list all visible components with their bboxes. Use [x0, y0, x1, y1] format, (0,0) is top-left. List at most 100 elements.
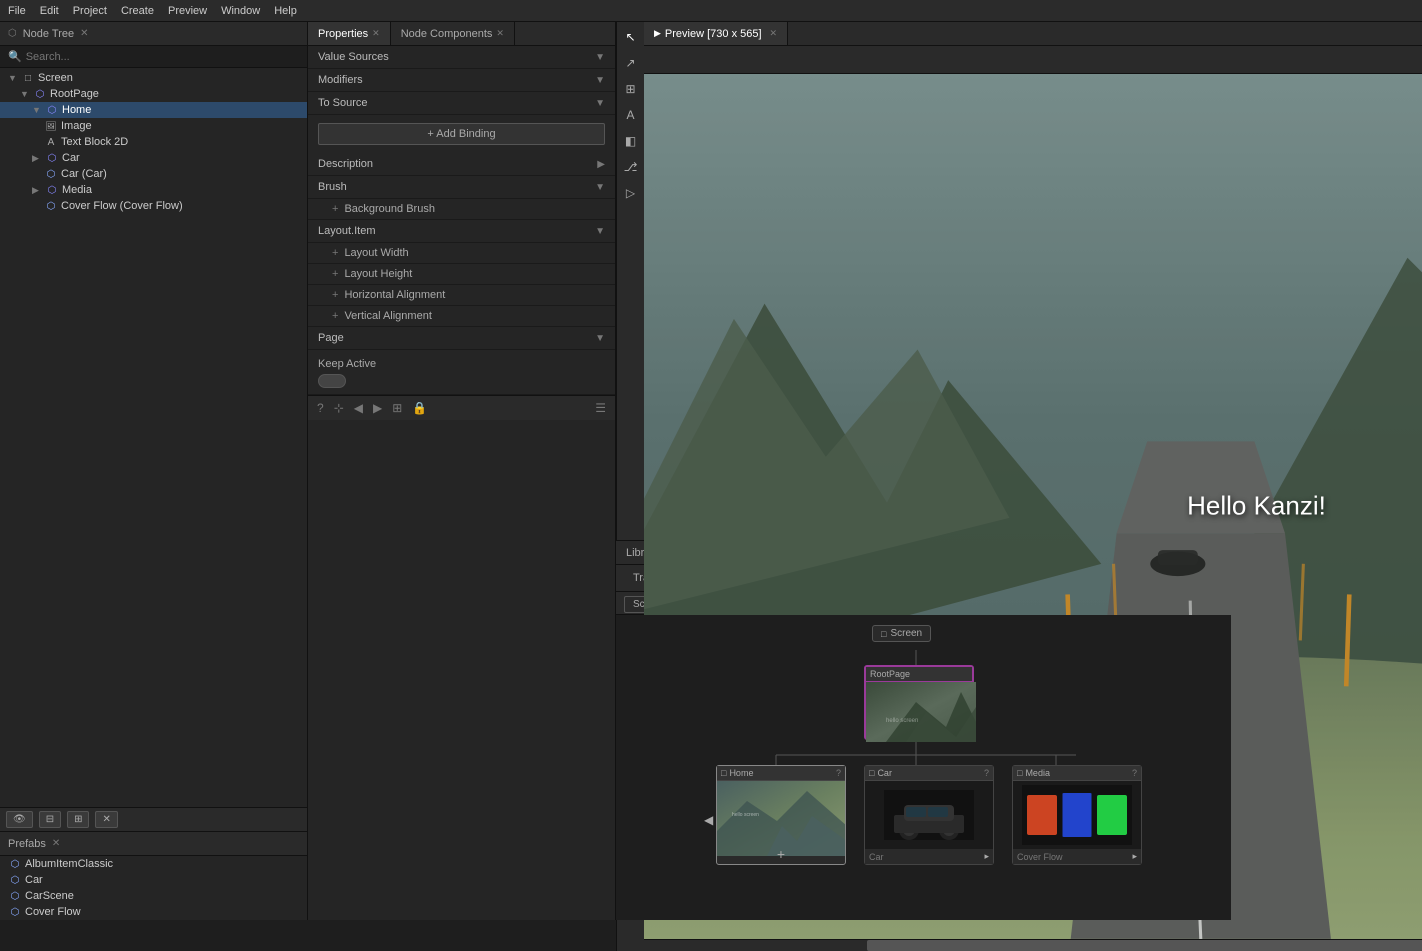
scrollbar-thumb[interactable] [867, 940, 1422, 951]
to-source-chevron: ▼ [595, 98, 605, 109]
tree-item-image[interactable]: 🖼 Image [0, 118, 307, 134]
home-thumb[interactable]: □ Home ? [716, 765, 846, 865]
search-input[interactable] [26, 51, 299, 63]
prefab-coverflow[interactable]: ⬡ Cover Flow [0, 904, 307, 920]
tree-item-car-car[interactable]: ⬡ Car (Car) [0, 166, 307, 182]
description-chevron: ▶ [597, 159, 605, 170]
tree-item-media[interactable]: ▶ ⬡ Media [0, 182, 307, 198]
lock-icon[interactable]: 🔒 [409, 399, 430, 417]
grid-btn[interactable]: ⊞ [67, 811, 89, 828]
to-source-section[interactable]: To Source ▼ [308, 92, 615, 115]
horizontal-alignment-row[interactable]: + Horizontal Alignment [308, 285, 615, 306]
table-icon[interactable]: ⊞ [620, 78, 642, 100]
preview-tab-main[interactable]: ▶ Preview [730 x 565] ✕ [644, 22, 788, 45]
preview-area: ↖ ↗ ⊞ A ◧ ⎇ ▷ ▶ Preview [730 x 565] ✕ [616, 22, 1422, 540]
page-chevron: ▼ [595, 333, 605, 344]
menu-preview[interactable]: Preview [168, 5, 207, 17]
media-thumb-svg [1022, 785, 1132, 845]
tree-item-home[interactable]: ▼ ⬡ Home [0, 102, 307, 118]
share-icon[interactable]: ⎇ [620, 156, 642, 178]
preview-toolbar: ↺ Restart 👁 🔍 100% ⊙ [644, 46, 1422, 74]
node-tree-toolbar: 👁 ⊟ ⊞ ✕ [0, 807, 307, 831]
properties-tab-close[interactable]: ✕ [372, 28, 380, 39]
prefabs-title: Prefabs [8, 838, 46, 850]
tab-properties[interactable]: Properties ✕ [308, 22, 391, 45]
node-tree-items: ▼ □ Screen ▼ ⬡ RootPage ▼ ⬡ Home 🖼 Image [0, 68, 307, 216]
keep-active-row: Keep Active [308, 350, 615, 395]
media-thumb[interactable]: □ Media ? [1012, 765, 1142, 865]
arrow-right-icon[interactable]: ▶ [370, 399, 385, 417]
rootpage-thumb[interactable]: RootPage [864, 665, 974, 740]
layout-item-section[interactable]: Layout.Item ▼ [308, 220, 615, 243]
select-icon[interactable]: ⊹ [331, 399, 347, 417]
tree-item-coverflow[interactable]: ⬡ Cover Flow (Cover Flow) [0, 198, 307, 214]
help-icon[interactable]: ? [314, 399, 327, 417]
rootpage-thumb-header: RootPage [866, 667, 972, 682]
node-tree-close[interactable]: ✕ [80, 28, 88, 39]
filter-btn[interactable]: ⊟ [39, 811, 61, 828]
menu-file[interactable]: File [8, 5, 26, 17]
cursor-tool-icon[interactable]: ↖ [620, 26, 642, 48]
prefabs-close[interactable]: ✕ [52, 838, 60, 849]
grid-icon[interactable]: ⊞ [389, 399, 405, 417]
add-binding-button[interactable]: + Add Binding [318, 123, 605, 145]
node-components-tab-close[interactable]: ✕ [496, 28, 504, 39]
layout-height-row[interactable]: + Layout Height [308, 264, 615, 285]
layout-item-title: Layout.Item [318, 225, 595, 237]
layout-width-row[interactable]: + Layout Width [308, 243, 615, 264]
car-thumb-footer: Car ▸ [865, 849, 993, 864]
home-thumb-plus[interactable]: + [777, 846, 785, 862]
vertical-alignment-row[interactable]: + Vertical Alignment [308, 306, 615, 327]
video-icon[interactable]: ▷ [620, 182, 642, 204]
layout-width-plus: + [332, 247, 338, 259]
tree-item-screen[interactable]: ▼ □ Screen [0, 70, 307, 86]
layout-height-plus: + [332, 268, 338, 280]
car-thumb-header: □ Car ? [865, 766, 993, 781]
page-section[interactable]: Page ▼ [308, 327, 615, 350]
description-section[interactable]: Description ▶ [308, 153, 615, 176]
v-align-label: Vertical Alignment [344, 310, 605, 322]
preview-scrollbar[interactable] [644, 939, 1422, 951]
layers-icon[interactable]: ◧ [620, 130, 642, 152]
svg-text:hello screen: hello screen [732, 812, 759, 818]
menu-help[interactable]: Help [274, 5, 297, 17]
modifiers-title: Modifiers [318, 74, 595, 86]
value-sources-section[interactable]: Value Sources ▼ [308, 46, 615, 69]
left-panel: ⬡ Node Tree ✕ 🔍 ▼ □ Screen ▼ ⬡ RootPage [0, 22, 308, 920]
search-bar: 🔍 [0, 46, 307, 68]
select-tool-icon[interactable]: ↗ [620, 52, 642, 74]
preview-tabs: ▶ Preview [730 x 565] ✕ [644, 22, 1422, 46]
home-left-arrow[interactable]: ◀ [704, 813, 713, 827]
media-thumb-content [1013, 781, 1141, 849]
value-sources-title: Value Sources [318, 51, 595, 63]
car-thumb[interactable]: □ Car ? [864, 765, 994, 865]
close-all-btn[interactable]: ✕ [95, 811, 117, 828]
tree-item-rootpage[interactable]: ▼ ⬡ RootPage [0, 86, 307, 102]
rootpage-thumb-img: hello screen [866, 682, 976, 742]
tree-item-text[interactable]: A Text Block 2D [0, 134, 307, 150]
arrow-left-icon[interactable]: ◀ [351, 399, 366, 417]
prefab-carscene[interactable]: ⬡ CarScene [0, 888, 307, 904]
svg-text:hello screen: hello screen [886, 718, 918, 724]
tree-item-car[interactable]: ▶ ⬡ Car [0, 150, 307, 166]
modifiers-section[interactable]: Modifiers ▼ [308, 69, 615, 92]
prefab-album[interactable]: ⬡ AlbumItemClassic [0, 856, 307, 872]
home-thumb-svg: hello screen [717, 781, 845, 856]
menu-icon[interactable]: ☰ [592, 399, 609, 417]
text-tool-icon[interactable]: A [620, 104, 642, 126]
menu-project[interactable]: Project [73, 5, 107, 17]
layout-height-label: Layout Height [344, 268, 605, 280]
prefabs-header: Prefabs ✕ [0, 832, 307, 856]
tab-node-components[interactable]: Node Components ✕ [391, 22, 515, 45]
prefab-car[interactable]: ⬡ Car [0, 872, 307, 888]
background-brush-row[interactable]: + Background Brush [308, 199, 615, 220]
menu-window[interactable]: Window [221, 5, 260, 17]
visibility-btn[interactable]: 👁 [6, 811, 33, 828]
screen-node-thumb[interactable]: □ Screen [872, 625, 931, 642]
properties-panel: Properties ✕ Node Components ✕ Value Sou… [308, 22, 616, 920]
menu-edit[interactable]: Edit [40, 5, 59, 17]
brush-section[interactable]: Brush ▼ [308, 176, 615, 199]
hello-kanzi-text: Hello Kanzi! [1187, 491, 1326, 522]
keep-active-toggle[interactable] [318, 374, 346, 388]
menu-create[interactable]: Create [121, 5, 154, 17]
